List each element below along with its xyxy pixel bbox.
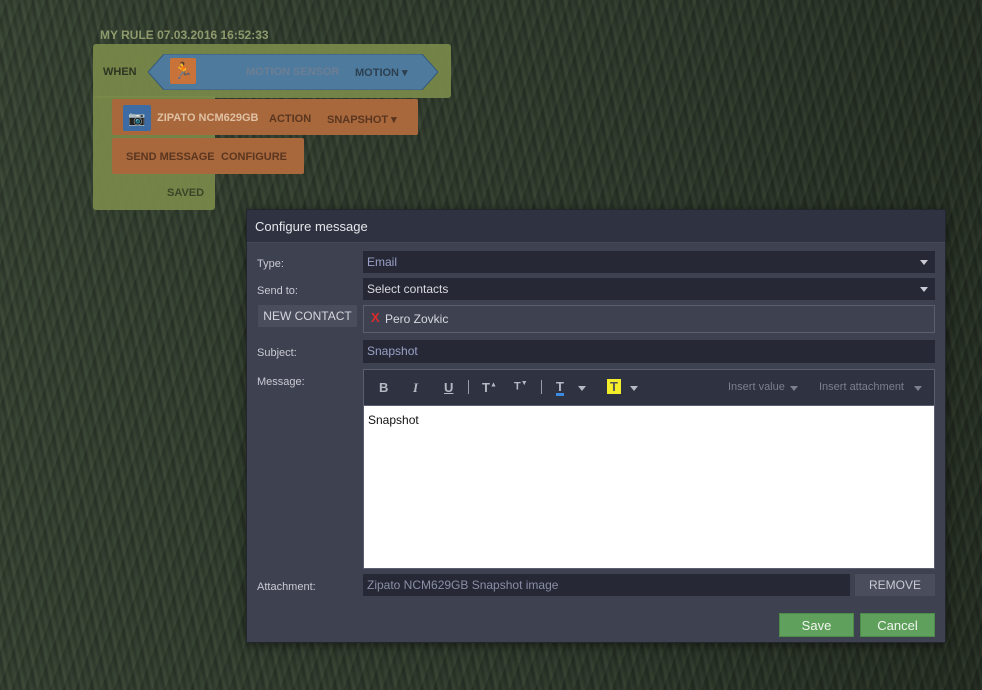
- type-label: Type:: [257, 258, 284, 270]
- font-grow-glyph: T: [482, 380, 490, 395]
- dialog-header: Configure message: [247, 210, 945, 243]
- toolbar-divider: [468, 380, 469, 394]
- remove-contact-icon[interactable]: X: [371, 310, 380, 325]
- contacts-select-value: Select contacts: [367, 282, 449, 296]
- when-label: WHEN: [103, 66, 137, 78]
- message-label: Message:: [257, 376, 305, 388]
- chevron-down-icon: [920, 260, 928, 265]
- font-size-increase-button[interactable]: T▲: [482, 380, 497, 395]
- rule-title: MY RULE 07.03.2016 16:52:33: [100, 28, 269, 42]
- contacts-select[interactable]: Select contacts: [363, 278, 935, 300]
- dialog-title: Configure message: [255, 219, 368, 234]
- attachment-field: Zipato NCM629GB Snapshot image: [363, 574, 850, 596]
- message-editor[interactable]: B I U T▲ T▼ T T Insert value Insert atta…: [363, 369, 935, 569]
- remove-attachment-button[interactable]: REMOVE: [855, 574, 935, 596]
- motion-dropdown[interactable]: MOTION ▾: [355, 66, 408, 79]
- cancel-button[interactable]: Cancel: [860, 613, 935, 637]
- message-body[interactable]: Snapshot: [368, 413, 419, 427]
- font-size-decrease-button[interactable]: T▼: [514, 380, 528, 393]
- camera-action-label: ACTION: [269, 113, 312, 125]
- chevron-down-icon[interactable]: [914, 386, 922, 391]
- bold-button[interactable]: B: [379, 380, 388, 395]
- contact-chip: Pero Zovkic: [385, 312, 449, 326]
- text-color-button[interactable]: T: [556, 380, 564, 396]
- type-select[interactable]: Email: [363, 251, 935, 273]
- save-button[interactable]: Save: [779, 613, 854, 637]
- saved-status: SAVED: [167, 187, 205, 199]
- attachment-label: Attachment:: [257, 581, 316, 593]
- subject-input[interactable]: Snapshot: [363, 340, 935, 363]
- configure-link[interactable]: CONFIGURE: [221, 151, 287, 163]
- chevron-down-icon: [920, 287, 928, 292]
- selected-contacts: X Pero Zovkic: [363, 305, 935, 333]
- toolbar-divider: [541, 380, 542, 394]
- chevron-down-icon[interactable]: [790, 386, 798, 391]
- insert-attachment-dropdown[interactable]: Insert attachment: [819, 381, 904, 393]
- sensor-label: MOTION SENSOR: [246, 66, 340, 78]
- insert-value-dropdown[interactable]: Insert value: [728, 381, 785, 393]
- camera-label: ZIPATO NCM629GB: [157, 112, 259, 124]
- font-shrink-glyph: T: [514, 380, 521, 393]
- motion-sensor-icon: 🏃: [170, 58, 196, 84]
- camera-icon: 📷: [123, 105, 151, 131]
- underline-button[interactable]: U: [444, 380, 453, 395]
- sendto-label: Send to:: [257, 285, 298, 297]
- italic-button[interactable]: I: [413, 380, 418, 396]
- type-value: Email: [367, 255, 398, 269]
- chevron-down-icon[interactable]: [630, 386, 638, 391]
- new-contact-button[interactable]: NEW CONTACT: [258, 305, 357, 327]
- editor-toolbar: B I U T▲ T▼ T T Insert value Insert atta…: [364, 370, 934, 406]
- configure-message-dialog: Configure message Type: Email Send to: S…: [246, 209, 946, 643]
- snapshot-dropdown[interactable]: SNAPSHOT ▾: [327, 113, 397, 126]
- subject-label: Subject:: [257, 347, 297, 359]
- send-message-label: SEND MESSAGE: [126, 151, 215, 163]
- chevron-down-icon[interactable]: [578, 386, 586, 391]
- highlight-color-button[interactable]: T: [607, 379, 621, 394]
